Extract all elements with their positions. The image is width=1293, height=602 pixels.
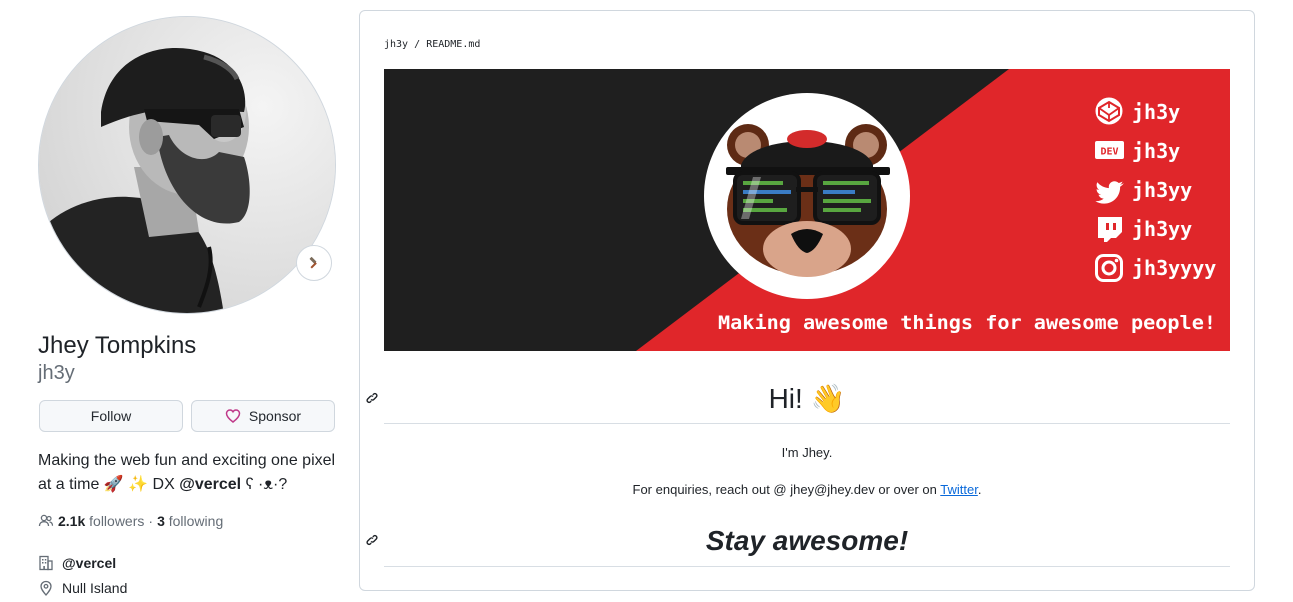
readme-intro: I'm Jhey. [781,445,833,460]
followers-link[interactable]: 2.1k followers [58,513,144,529]
avatar-photo [39,17,335,313]
dev-handle: jh3y [1132,139,1180,163]
banner-tagline: Making awesome things for awesome people… [718,312,1216,334]
avatar[interactable] [38,16,336,314]
enquiry-text: For enquiries, reach out @ jhey@jhey.dev… [632,482,937,497]
bio-handle-link[interactable]: @vercel [179,476,241,493]
profile-username: jh3y [38,362,75,384]
sponsor-label: Sponsor [248,408,302,424]
readme-banner: DEV jh3y jh3y jh3yy jh3yy jh3yyyy Making… [384,69,1230,351]
follow-stats: 2.1k followers · 3 following [38,513,223,529]
following-link[interactable]: 3 following [157,513,223,529]
dev-icon: DEV [1095,141,1124,159]
following-count: 3 [157,513,165,529]
heading-anchor-link-icon[interactable] [364,390,380,406]
bio-tail: ʕ ·ᴥ·? [245,476,288,493]
stats-separator: · [148,513,154,529]
organization-icon [39,555,53,571]
bear-logo [704,93,910,299]
breadcrumb-user-link[interactable]: jh3y [384,39,408,50]
breadcrumb-file[interactable]: README.md [426,39,480,50]
enquiry-end: . [977,482,982,497]
instagram-handle: jh3yyyy [1132,256,1216,280]
breadcrumb-separator: / [414,39,421,50]
organization-link[interactable]: @vercel [62,555,116,571]
heading-anchor-link-icon[interactable] [364,532,380,548]
heart-icon [225,409,241,423]
profile-bio: Making the web fun and exciting one pixe… [38,449,338,497]
follow-button[interactable]: Follow [39,400,183,432]
twitter-link[interactable]: Twitter [940,482,978,497]
codepen-icon [1095,97,1123,125]
location-text: Null Island [62,580,128,596]
location-pin-icon [40,580,52,596]
sponsor-button[interactable]: Sponsor [191,400,335,432]
readme-enquiry: For enquiries, reach out @ jhey@jhey.dev… [384,480,1230,500]
readme-heading-closing: Stay awesome! [384,523,1230,567]
dev-badge-text: DEV [1100,147,1118,158]
location-row: Null Island [38,580,127,596]
twitch-handle: jh3yy [1132,217,1192,241]
set-status-button[interactable] [296,245,332,281]
people-icon [38,514,54,527]
followers-label: followers [89,513,145,529]
readme-breadcrumb: jh3y / README.md [384,39,480,50]
codepen-handle: jh3y [1132,100,1180,124]
profile-name: Jhey Tompkins [38,332,197,359]
hammer-icon [309,256,317,269]
organization-row: @vercel [38,555,116,571]
twitter-handle: jh3yy [1132,178,1192,202]
follow-label: Follow [90,408,132,424]
following-label: following [168,513,224,529]
followers-count: 2.1k [58,513,86,529]
readme-heading-hi: Hi! 👋 [384,381,1230,424]
readme-card: jh3y / README.md DEV jh3y jh3y jh3yy jh3… [359,10,1255,591]
breadcrumb-file-name: README [426,39,463,50]
breadcrumb-file-ext: .md [462,39,481,50]
